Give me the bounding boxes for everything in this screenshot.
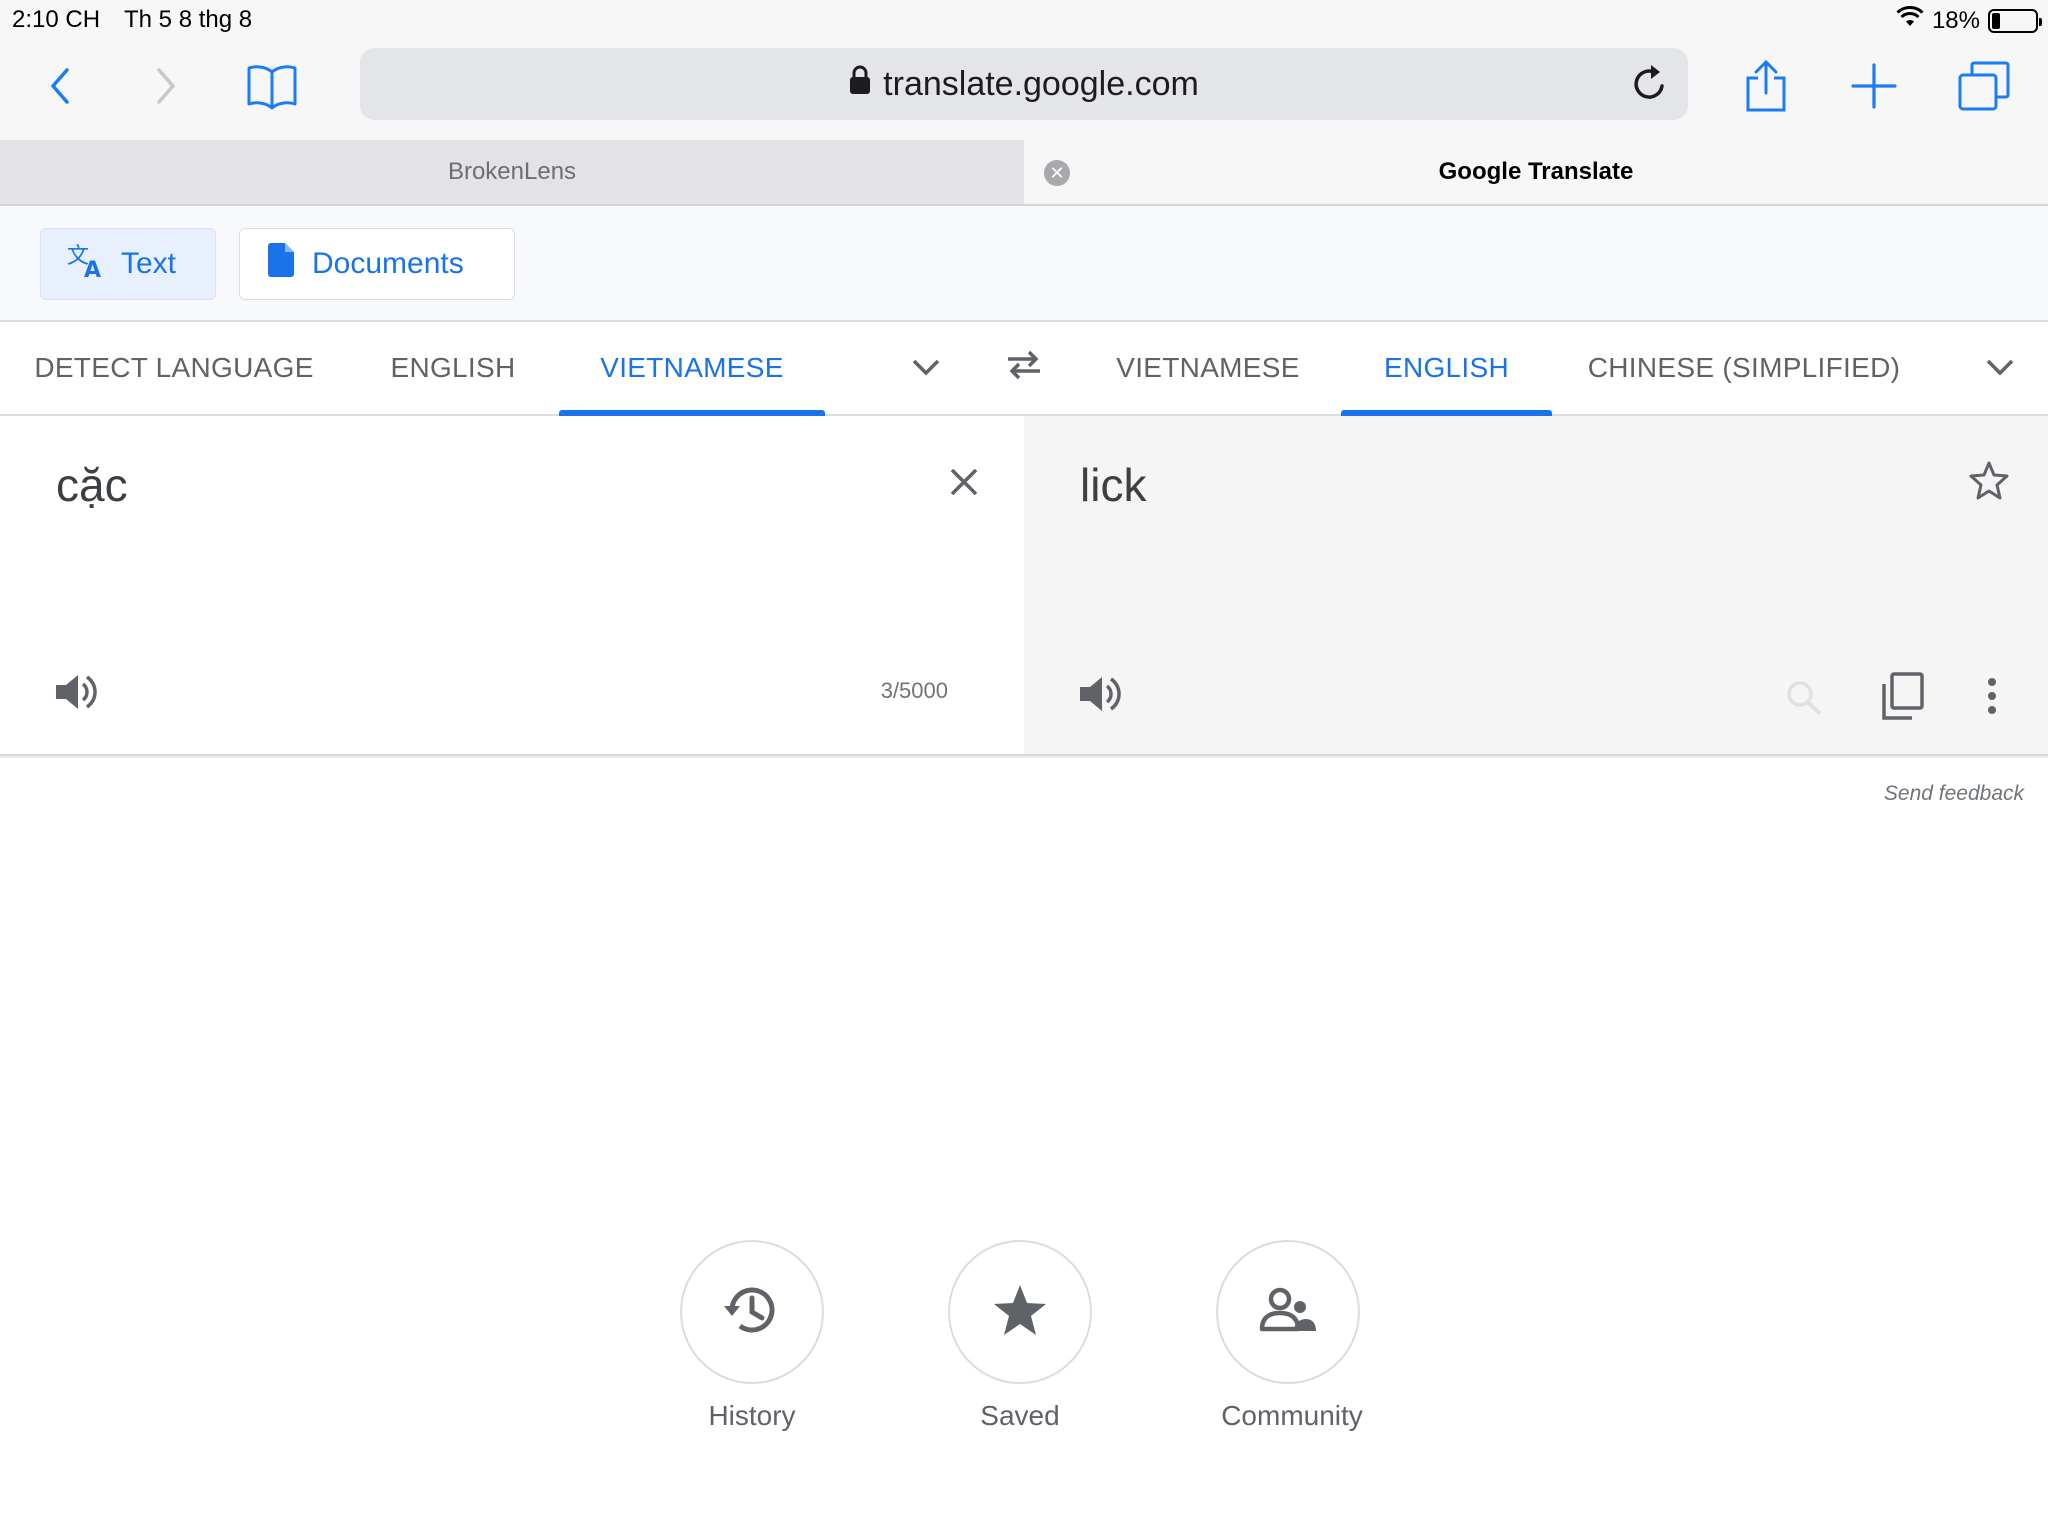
chevron-down-icon	[911, 352, 941, 384]
search-icon	[1784, 681, 1824, 722]
save-translation-button[interactable]	[1968, 460, 2010, 505]
svg-text:A: A	[84, 258, 101, 279]
source-panel: cặc 3/5000	[0, 416, 1024, 756]
language-bar: DETECT LANGUAGE ENGLISH VIETNAMESE VIETN…	[0, 322, 2048, 416]
listen-source-button[interactable]	[54, 672, 98, 717]
source-lang-detect[interactable]: DETECT LANGUAGE	[28, 322, 320, 414]
panel-divider	[0, 754, 2048, 758]
search-button[interactable]	[1784, 678, 1824, 723]
history-icon	[722, 1282, 782, 1343]
share-icon	[1744, 59, 1788, 117]
swap-icon	[1004, 350, 1044, 387]
community-icon	[1258, 1285, 1318, 1340]
tab-label: BrokenLens	[447, 158, 577, 185]
target-lang-english[interactable]: ENGLISH	[1341, 322, 1552, 416]
tab-label: Google Translate	[1438, 158, 1634, 185]
forward-icon	[151, 66, 181, 111]
back-icon	[45, 66, 75, 111]
battery-icon	[1988, 8, 2042, 33]
battery-level	[1992, 12, 2000, 29]
source-lang-english[interactable]: ENGLISH	[370, 322, 536, 414]
documents-mode-label: Documents	[312, 247, 464, 280]
documents-mode-button[interactable]: Documents	[239, 228, 515, 300]
speaker-icon	[54, 675, 98, 716]
text-mode-button[interactable]: 文A Text	[40, 228, 216, 300]
text-mode-label: Text	[121, 247, 177, 280]
history-button[interactable]	[680, 1240, 824, 1384]
more-vert-icon	[1986, 678, 1998, 720]
source-lang-more-button[interactable]	[896, 322, 956, 414]
chevron-down-icon	[1985, 352, 2015, 384]
copy-icon	[1880, 672, 1924, 724]
listen-translation-button[interactable]	[1078, 674, 1122, 719]
community-label: Community	[1221, 1400, 1363, 1431]
reload-icon[interactable]	[1630, 62, 1670, 109]
back-button[interactable]	[30, 58, 90, 118]
tab-brokenlens[interactable]: BrokenLens	[0, 140, 1024, 204]
bookmarks-button[interactable]	[240, 58, 304, 118]
character-count: 3/5000	[880, 678, 948, 703]
tabs-overview-button[interactable]	[1954, 58, 2014, 118]
status-date: Th 5 8 thg 8	[124, 6, 253, 33]
translation-output: lick	[1080, 459, 1147, 511]
tab-google-translate[interactable]: ✕ Google Translate	[1024, 140, 2048, 204]
document-icon	[266, 242, 296, 286]
source-text-input[interactable]: cặc	[56, 458, 128, 512]
copy-translation-button[interactable]	[1880, 672, 1924, 725]
url-text: translate.google.com	[883, 64, 1199, 103]
new-tab-icon	[1851, 62, 1897, 114]
target-lang-more-button[interactable]	[1970, 322, 2030, 414]
forward-button[interactable]	[136, 58, 196, 118]
target-lang-chinese-simplified[interactable]: CHINESE (SIMPLIFIED)	[1578, 322, 1910, 414]
bookmarks-icon	[245, 62, 299, 115]
more-options-button[interactable]	[1986, 676, 1998, 721]
browser-toolbar: translate.google.com	[0, 40, 2048, 140]
address-bar[interactable]: translate.google.com	[360, 48, 1688, 120]
community-button[interactable]	[1216, 1240, 1360, 1384]
send-feedback-link[interactable]: Send feedback	[1884, 782, 2024, 806]
new-tab-button[interactable]	[1844, 58, 1904, 118]
battery-percent: 18%	[1931, 6, 1980, 34]
status-bar: 2:10 CH Th 5 8 thg 8 18%	[0, 0, 2048, 40]
close-icon	[944, 468, 984, 506]
status-time: 2:10 CH	[12, 6, 101, 33]
mode-selector: 文A Text Documents	[0, 206, 2048, 322]
swap-languages-button[interactable]	[994, 322, 1054, 414]
saved-button[interactable]	[948, 1240, 1092, 1384]
saved-label: Saved	[980, 1400, 1060, 1431]
lock-icon	[849, 65, 871, 104]
target-lang-vietnamese[interactable]: VIETNAMESE	[1101, 322, 1315, 414]
tabs-icon	[1958, 61, 2010, 116]
close-tab-icon[interactable]: ✕	[1044, 160, 1070, 186]
share-button[interactable]	[1736, 58, 1796, 118]
translation-panel: lick	[1024, 416, 2048, 756]
browser-tab-strip: BrokenLens ✕ Google Translate	[0, 140, 2048, 206]
speaker-icon	[1078, 677, 1122, 718]
wifi-icon	[1896, 5, 1924, 35]
history-label: History	[708, 1400, 796, 1431]
source-lang-vietnamese[interactable]: VIETNAMESE	[559, 322, 825, 416]
star-icon	[992, 1283, 1048, 1342]
translate-icon: 文A	[67, 241, 105, 287]
clear-source-button[interactable]	[944, 462, 984, 507]
star-outline-icon	[1968, 461, 2010, 504]
